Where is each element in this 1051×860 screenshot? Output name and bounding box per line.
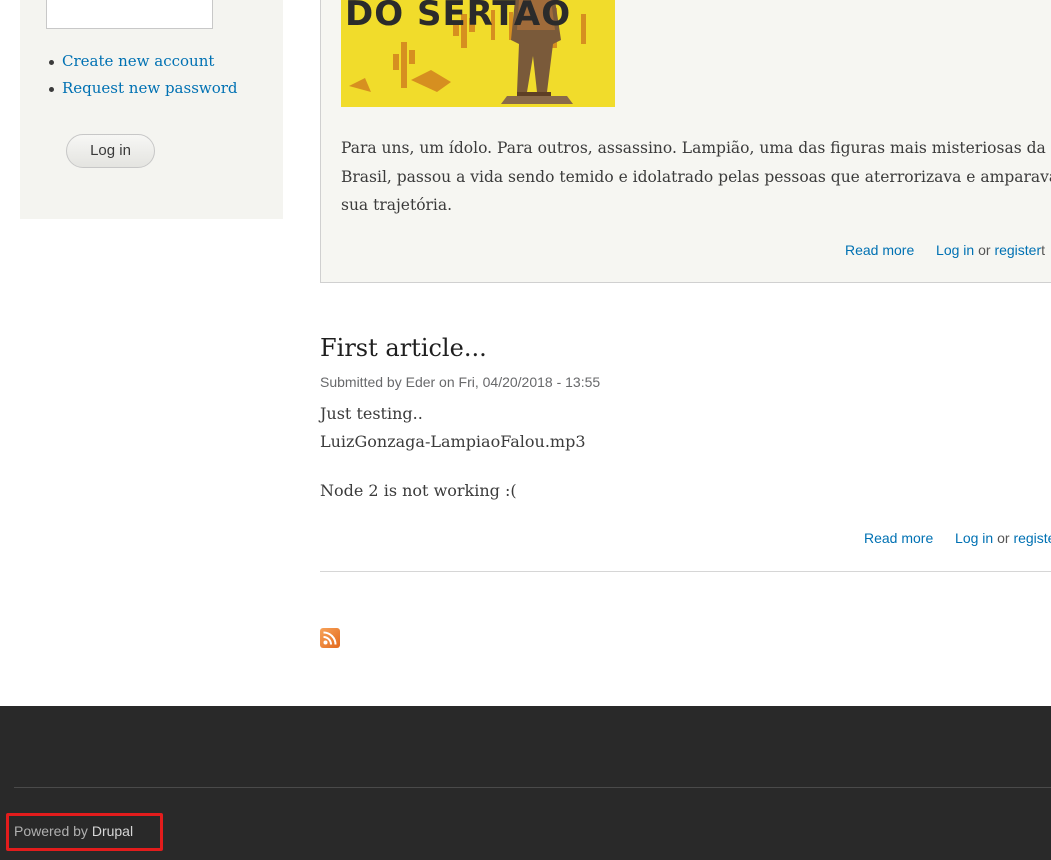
read-more-link[interactable]: Read more — [864, 530, 933, 546]
article-note: Node 2 is not working :( — [320, 481, 517, 500]
teaser-links: Read more Log in or registert — [845, 242, 1045, 258]
article-links: Read more Log in or registe — [864, 530, 1051, 546]
or-text: or — [997, 530, 1010, 546]
teaser-body-line: Para uns, um ídolo. Para outros, assassi… — [341, 139, 1051, 157]
request-password-link[interactable]: Request new password — [62, 79, 238, 97]
rss-glyph — [323, 631, 337, 645]
teaser-body: Para uns, um ídolo. Para outros, assassi… — [341, 134, 1051, 220]
article-divider — [320, 571, 1051, 572]
sidebar-login-block: Create new account Request new password … — [20, 0, 283, 219]
log-in-link[interactable]: Log in — [936, 242, 974, 258]
login-button[interactable]: Log in — [66, 134, 155, 168]
attachment-filename: LuizGonzaga-LampiaoFalou.mp3 — [320, 432, 586, 451]
list-item: Create new account — [46, 48, 238, 75]
register-link[interactable]: registe — [1013, 530, 1051, 546]
poster-title: DO SERTÃO — [345, 0, 572, 34]
rss-icon[interactable] — [320, 628, 340, 648]
article-body-line: Just testing.. — [320, 404, 423, 423]
teaser-card: DO SERTÃO Para uns, um ídolo. Para outro… — [320, 0, 1051, 283]
password-input[interactable] — [46, 0, 213, 29]
powered-by-label: Powered by — [14, 823, 88, 839]
article-body: Just testing.. LuizGonzaga-LampiaoFalou.… — [320, 400, 586, 456]
read-more-link[interactable]: Read more — [845, 242, 914, 258]
list-item: Request new password — [46, 75, 238, 102]
drupal-link[interactable]: Drupal — [92, 823, 133, 839]
footer-divider — [14, 787, 1051, 788]
powered-by-text: Powered by Drupal — [14, 823, 133, 839]
teaser-body-line: Brasil, passou a vida sendo temido e ido… — [341, 167, 1051, 186]
teaser-body-line: sua trajetória. — [341, 196, 453, 214]
truncated-text: t — [1041, 242, 1046, 258]
create-account-link[interactable]: Create new account — [62, 52, 214, 70]
bullet-icon — [49, 60, 54, 65]
log-in-link[interactable]: Log in — [955, 530, 993, 546]
footer: Powered by Drupal — [0, 706, 1051, 860]
user-links-list: Create new account Request new password — [46, 48, 238, 102]
article-meta: Submitted by Eder on Fri, 04/20/2018 - 1… — [320, 374, 601, 390]
or-text: or — [978, 242, 991, 258]
teaser-image[interactable]: DO SERTÃO — [341, 0, 615, 107]
article-title[interactable]: First article... — [320, 334, 487, 362]
register-link[interactable]: register — [994, 242, 1041, 258]
bullet-icon — [49, 87, 54, 92]
